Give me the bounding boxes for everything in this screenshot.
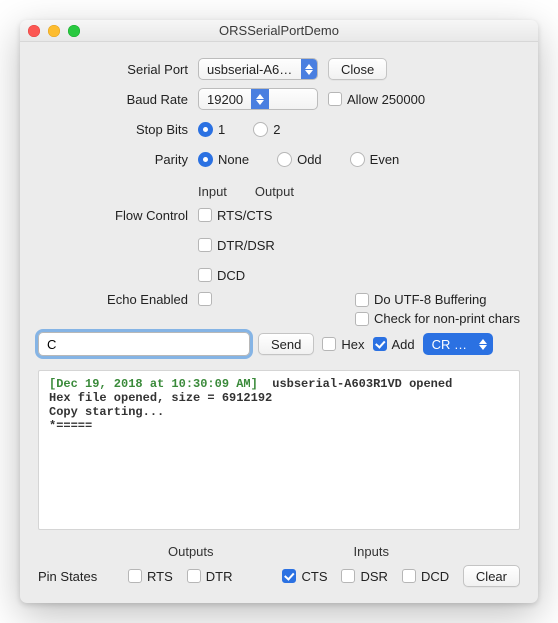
checkbox-icon xyxy=(355,312,369,326)
radio-off-icon xyxy=(277,152,292,167)
pin-dtr-label: DTR xyxy=(206,569,233,584)
send-button[interactable]: Send xyxy=(258,333,314,355)
console-line2: Hex file opened, size = 6912192 xyxy=(49,391,272,405)
clear-button-label: Clear xyxy=(476,569,507,584)
checkbox-icon xyxy=(355,293,369,307)
radio-on-icon xyxy=(198,152,213,167)
close-button[interactable]: Close xyxy=(328,58,387,80)
titlebar[interactable]: ORSSerialPortDemo xyxy=(20,20,538,42)
checkbox-checked-icon xyxy=(282,569,296,583)
nonprint-checkbox[interactable]: Check for non-print chars xyxy=(355,311,520,326)
utf8-buffering-checkbox[interactable]: Do UTF-8 Buffering xyxy=(355,292,486,307)
parity-even-radio[interactable]: Even xyxy=(350,152,400,167)
console-line1-rest: usbserial-A603R1VD opened xyxy=(258,377,452,391)
radio-on-icon xyxy=(198,122,213,137)
checkbox-icon xyxy=(198,238,212,252)
label-baud-rate: Baud Rate xyxy=(38,92,198,107)
line-ending-select[interactable]: CR (\r) xyxy=(423,333,493,355)
pin-cts-label: CTS xyxy=(301,569,327,584)
allow-250000-label: Allow 250000 xyxy=(347,92,425,107)
console-line3: Copy starting... xyxy=(49,405,164,419)
stop-bits-2-label: 2 xyxy=(273,122,280,137)
baud-rate-value: 19200 xyxy=(199,92,251,107)
label-outputs: Outputs xyxy=(168,544,214,559)
checkbox-icon xyxy=(402,569,416,583)
label-echo-enabled: Echo Enabled xyxy=(38,292,198,307)
updown-arrows-icon xyxy=(301,59,317,79)
add-checkbox[interactable]: Add xyxy=(373,337,415,352)
traffic-lights xyxy=(28,25,80,37)
label-flow-control: Flow Control xyxy=(38,208,198,223)
pin-dtr-checkbox[interactable]: DTR xyxy=(187,569,233,584)
checkbox-icon xyxy=(128,569,142,583)
pin-dsr-checkbox[interactable]: DSR xyxy=(341,569,387,584)
pin-rts-label: RTS xyxy=(147,569,173,584)
send-button-label: Send xyxy=(271,337,301,352)
flow-dcd-checkbox[interactable]: DCD xyxy=(198,268,245,283)
close-button-label: Close xyxy=(341,62,374,77)
checkbox-icon xyxy=(328,92,342,106)
stop-bits-2-radio[interactable]: 2 xyxy=(253,122,280,137)
flow-rtscts-checkbox[interactable]: RTS/CTS xyxy=(198,208,272,223)
parity-odd-label: Odd xyxy=(297,152,322,167)
checkbox-icon xyxy=(187,569,201,583)
hex-checkbox[interactable]: Hex xyxy=(322,337,364,352)
checkbox-icon xyxy=(322,337,336,351)
pin-rts-checkbox[interactable]: RTS xyxy=(128,569,173,584)
allow-250000-checkbox[interactable]: Allow 250000 xyxy=(328,92,425,107)
send-input[interactable] xyxy=(38,332,250,356)
pin-dcd-checkbox[interactable]: DCD xyxy=(402,569,449,584)
minimize-window-icon[interactable] xyxy=(48,25,60,37)
checkbox-icon xyxy=(198,292,212,306)
hex-label: Hex xyxy=(341,337,364,352)
console-timestamp: [Dec 19, 2018 at 10:30:09 AM] xyxy=(49,377,258,391)
checkbox-icon xyxy=(198,208,212,222)
inputs-group: CTS DSR DCD xyxy=(282,569,449,584)
stop-bits-1-label: 1 xyxy=(218,122,225,137)
flow-dcd-label: DCD xyxy=(217,268,245,283)
outputs-group: RTS DTR xyxy=(128,569,232,584)
flow-dtrdsr-label: DTR/DSR xyxy=(217,238,275,253)
checkbox-checked-icon xyxy=(373,337,387,351)
close-window-icon[interactable] xyxy=(28,25,40,37)
console-line4: *===== xyxy=(49,419,92,433)
line-ending-value: CR (\r) xyxy=(424,337,476,352)
pin-dcd-label: DCD xyxy=(421,569,449,584)
parity-even-label: Even xyxy=(370,152,400,167)
window: ORSSerialPortDemo Serial Port usbserial-… xyxy=(20,20,538,603)
parity-odd-radio[interactable]: Odd xyxy=(277,152,322,167)
echo-enabled-checkbox[interactable] xyxy=(198,292,212,306)
nonprint-label: Check for non-print chars xyxy=(374,311,520,326)
stop-bits-1-radio[interactable]: 1 xyxy=(198,122,225,137)
utf8-buffering-label: Do UTF-8 Buffering xyxy=(374,292,486,307)
zoom-window-icon[interactable] xyxy=(68,25,80,37)
label-input: Input xyxy=(198,184,227,199)
radio-off-icon xyxy=(253,122,268,137)
updown-arrows-icon xyxy=(475,334,491,354)
serial-port-select[interactable]: usbserial-A603... xyxy=(198,58,318,80)
flow-dtrdsr-checkbox[interactable]: DTR/DSR xyxy=(198,238,275,253)
flow-rtscts-label: RTS/CTS xyxy=(217,208,272,223)
console-output[interactable]: [Dec 19, 2018 at 10:30:09 AM] usbserial-… xyxy=(38,370,520,530)
radio-off-icon xyxy=(350,152,365,167)
checkbox-icon xyxy=(341,569,355,583)
serial-port-value: usbserial-A603... xyxy=(199,62,301,77)
window-title: ORSSerialPortDemo xyxy=(219,23,339,38)
add-label: Add xyxy=(392,337,415,352)
pin-cts-checkbox[interactable]: CTS xyxy=(282,569,327,584)
label-stop-bits: Stop Bits xyxy=(38,122,198,137)
clear-button[interactable]: Clear xyxy=(463,565,520,587)
label-serial-port: Serial Port xyxy=(38,62,198,77)
checkbox-icon xyxy=(198,268,212,282)
label-parity: Parity xyxy=(38,152,198,167)
label-pin-states: Pin States xyxy=(38,569,128,584)
updown-arrows-icon xyxy=(251,89,269,109)
parity-none-radio[interactable]: None xyxy=(198,152,249,167)
content: Serial Port usbserial-A603... Close Baud… xyxy=(20,42,538,603)
label-inputs: Inputs xyxy=(354,544,389,559)
parity-none-label: None xyxy=(218,152,249,167)
baud-rate-select[interactable]: 19200 xyxy=(198,88,318,110)
pin-dsr-label: DSR xyxy=(360,569,387,584)
label-output: Output xyxy=(255,184,294,199)
